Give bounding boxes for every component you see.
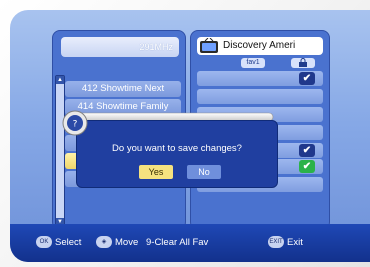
ok-icon: OK [36,236,52,249]
clear-hint: 9-Clear All Fav [146,237,209,248]
info-circle-icon: ? [62,110,88,136]
exit-icon: EXIT [268,236,284,249]
lock-column-header [291,58,315,68]
move-label: Move [115,237,139,248]
no-button[interactable]: No [187,165,221,179]
dialog-message: Do you want to save changes? [112,143,242,154]
channel-label: 412 Showtime Next [81,83,165,94]
fav-row[interactable] [197,89,323,104]
check-icon[interactable]: ✔ [299,160,315,173]
exit-hint: EXIT Exit [268,236,303,250]
frequency-readout: 291MHz [61,37,179,57]
select-label: Select [55,237,82,248]
scroll-up-icon[interactable]: ▲ [56,76,64,84]
fav-row[interactable]: ✔ [197,71,323,86]
exit-label: Exit [287,237,303,248]
channel-title-box: Discovery Ameri [197,37,323,55]
fav-column-header: fav1 [241,58,265,68]
check-icon[interactable]: ✔ [299,144,315,157]
bottom-hint-bar: OK Select ◈ Move 9-Clear All Fav EXIT Exit [10,224,370,262]
tv-screen: 291MHz ▲ ▼ 412 Showtime Next 414 Showtim… [10,10,370,262]
save-changes-dialog: Do you want to save changes? Yes No [76,120,278,188]
check-icon[interactable]: ✔ [299,72,315,85]
svg-text:?: ? [73,120,78,130]
select-hint: OK Select [36,236,81,250]
channel-row[interactable]: 412 Showtime Next [65,81,181,97]
tv-icon [200,38,218,53]
move-hint: ◈ Move [96,236,138,250]
yes-button[interactable]: Yes [139,165,173,179]
scrollbar[interactable]: ▲ ▼ [55,75,65,227]
lock-icon [299,58,307,67]
move-icon: ◈ [96,236,112,249]
channel-title: Discovery Ameri [223,40,296,51]
